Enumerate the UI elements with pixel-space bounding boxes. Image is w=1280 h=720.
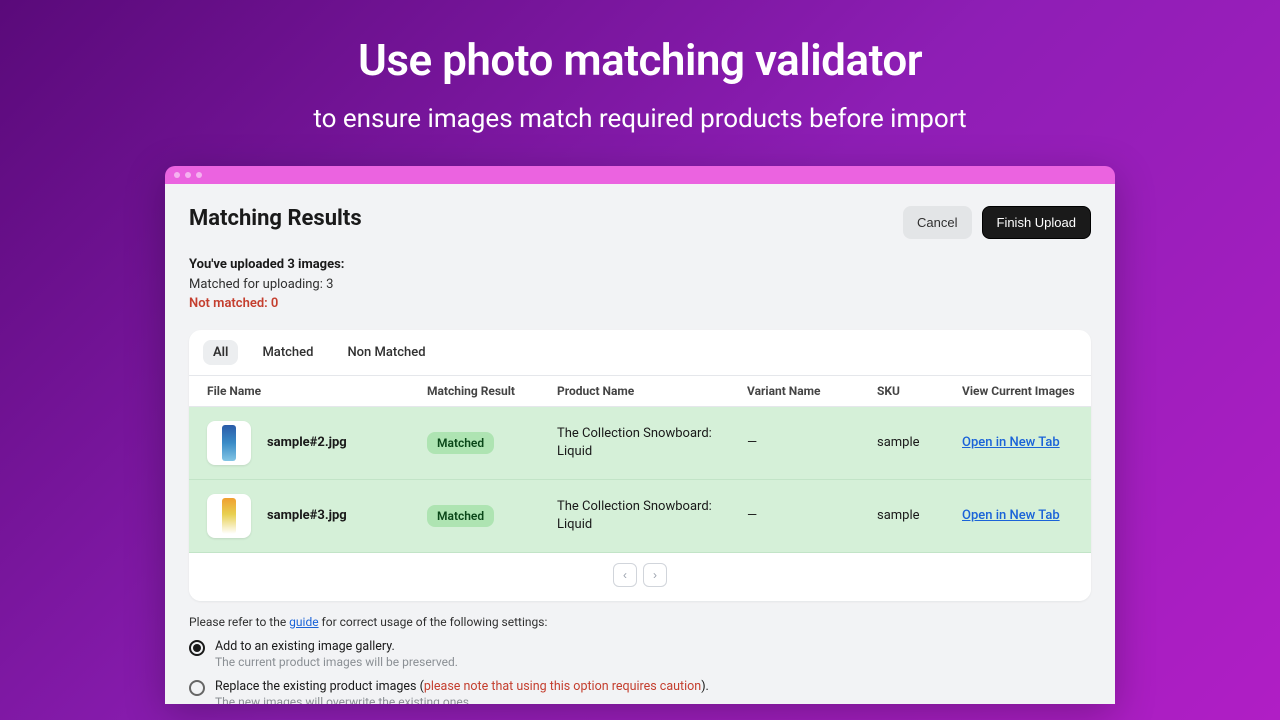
table-header: File Name Matching Result Product Name V… <box>189 375 1091 407</box>
button-row: Cancel Finish Upload <box>903 206 1091 239</box>
footer-text: Please refer to the guide for correct us… <box>189 615 1091 629</box>
cancel-button[interactable]: Cancel <box>903 206 971 239</box>
footer-post: for correct usage of the following setti… <box>319 615 548 629</box>
file-cell: sample#2.jpg <box>207 421 427 465</box>
thumbnail <box>207 421 251 465</box>
option-desc: The new images will overwrite the existi… <box>215 695 709 705</box>
footer-pre: Please refer to the <box>189 615 289 629</box>
tab-all[interactable]: All <box>203 340 238 365</box>
summary-block: You've uploaded 3 images: Matched for up… <box>189 255 1091 314</box>
summary-matched: Matched for uploading: 3 <box>189 275 1091 295</box>
pager-prev-button[interactable]: ‹ <box>613 563 637 587</box>
table-row: sample#2.jpg Matched The Collection Snow… <box>189 407 1091 480</box>
variant-name: — <box>747 508 877 523</box>
results-card: All Matched Non Matched File Name Matchi… <box>189 330 1091 601</box>
thumbnail-icon <box>222 498 236 534</box>
traffic-light-icon <box>185 172 191 178</box>
file-name: sample#3.jpg <box>267 508 347 523</box>
finish-upload-button[interactable]: Finish Upload <box>982 206 1092 239</box>
option-text: Replace the existing product images (ple… <box>215 679 709 705</box>
options: Add to an existing image gallery. The cu… <box>189 639 1091 705</box>
tab-non-matched[interactable]: Non Matched <box>337 340 435 365</box>
product-name: The Collection Snowboard: Liquid <box>557 498 747 533</box>
col-file: File Name <box>207 384 427 398</box>
header-row: Matching Results Cancel Finish Upload <box>189 206 1091 239</box>
app-window: Matching Results Cancel Finish Upload Yo… <box>165 166 1115 704</box>
status-badge: Matched <box>427 432 494 454</box>
radio-selected-icon[interactable] <box>189 640 205 656</box>
table-row: sample#3.jpg Matched The Collection Snow… <box>189 480 1091 553</box>
file-cell: sample#3.jpg <box>207 494 427 538</box>
tab-matched[interactable]: Matched <box>252 340 323 365</box>
open-new-tab-link[interactable]: Open in New Tab <box>962 435 1060 450</box>
window-titlebar <box>165 166 1115 184</box>
col-view: View Current Images <box>962 384 1091 398</box>
variant-name: — <box>747 435 877 450</box>
sku-value: sample <box>877 435 962 450</box>
summary-uploaded: You've uploaded 3 images: <box>189 255 1091 275</box>
col-product: Product Name <box>557 384 747 398</box>
thumbnail <box>207 494 251 538</box>
radio-unselected-icon[interactable] <box>189 680 205 696</box>
option-desc: The current product images will be prese… <box>215 655 458 669</box>
col-variant: Variant Name <box>747 384 877 398</box>
tabs: All Matched Non Matched <box>189 330 1091 375</box>
col-sku: SKU <box>877 384 962 398</box>
col-result: Matching Result <box>427 384 557 398</box>
option-add-to-gallery[interactable]: Add to an existing image gallery. The cu… <box>189 639 1091 669</box>
traffic-light-icon <box>196 172 202 178</box>
option-title: Add to an existing image gallery. <box>215 639 458 654</box>
sku-value: sample <box>877 508 962 523</box>
summary-not-matched: Not matched: 0 <box>189 294 1091 314</box>
thumbnail-icon <box>222 425 236 461</box>
hero: Use photo matching validator to ensure i… <box>0 0 1280 134</box>
pager: ‹ › <box>189 553 1091 601</box>
open-new-tab-link[interactable]: Open in New Tab <box>962 508 1060 523</box>
hero-subtitle: to ensure images match required products… <box>0 104 1280 134</box>
option-title: Replace the existing product images (ple… <box>215 679 709 694</box>
guide-link[interactable]: guide <box>289 615 318 629</box>
product-name: The Collection Snowboard: Liquid <box>557 425 747 460</box>
content-area: Matching Results Cancel Finish Upload Yo… <box>165 184 1115 704</box>
file-name: sample#2.jpg <box>267 435 347 450</box>
traffic-light-icon <box>174 172 180 178</box>
pager-next-button[interactable]: › <box>643 563 667 587</box>
option-text: Add to an existing image gallery. The cu… <box>215 639 458 669</box>
warning-text: please note that using this option requi… <box>424 679 701 694</box>
status-badge: Matched <box>427 505 494 527</box>
page-title: Matching Results <box>189 206 362 231</box>
option-replace-images[interactable]: Replace the existing product images (ple… <box>189 679 1091 705</box>
hero-title: Use photo matching validator <box>0 34 1280 86</box>
